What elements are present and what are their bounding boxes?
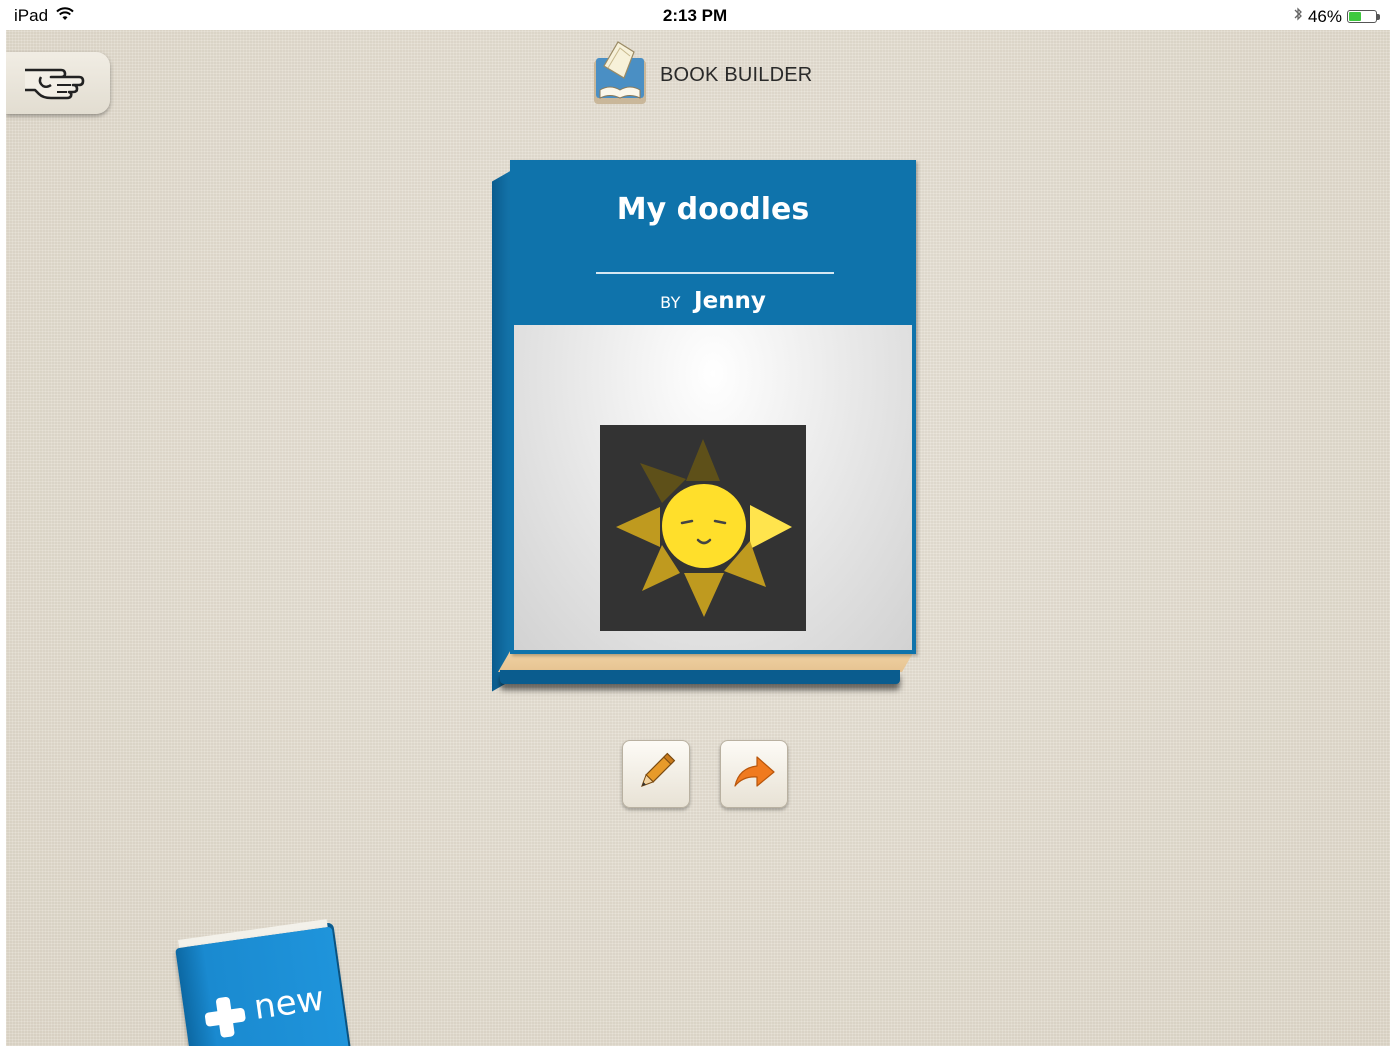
status-right: 46% — [1293, 6, 1380, 27]
bluetooth-icon — [1293, 6, 1303, 27]
new-book-cover[interactable]: new — [175, 926, 350, 1046]
battery-percent: 46% — [1307, 6, 1342, 26]
title-divider — [596, 272, 834, 274]
new-book-button[interactable]: new — [174, 915, 362, 1046]
clock: 2:13 PM — [662, 6, 728, 25]
status-bar: iPad 2:13 PM 46% — [0, 0, 1390, 30]
app-canvas: BOOK BUILDER My doodles BY Jenny new — [6, 30, 1390, 1046]
plus-icon — [203, 995, 248, 1040]
book-byline: BY Jenny — [510, 288, 916, 314]
share-arrow-icon — [731, 752, 777, 797]
book-spine — [492, 170, 512, 692]
battery-icon — [1347, 10, 1380, 23]
book-title: My doodles — [616, 192, 810, 227]
edit-book-button[interactable] — [622, 740, 690, 808]
pencil-icon — [633, 749, 679, 800]
help-button[interactable] — [6, 52, 110, 114]
cover-image-area — [514, 325, 912, 650]
book-cover[interactable]: My doodles BY Jenny — [510, 160, 916, 654]
pointing-hand-icon — [21, 60, 95, 107]
app-title: BOOK BUILDER — [660, 64, 813, 86]
by-label: BY — [660, 293, 681, 312]
book-card[interactable]: My doodles BY Jenny — [492, 158, 918, 698]
new-book-label: new — [251, 978, 327, 1028]
share-book-button[interactable] — [720, 740, 788, 808]
book-bottom-edge — [500, 670, 900, 684]
sun-doodle-image — [600, 425, 806, 631]
app-header: BOOK BUILDER — [590, 38, 812, 113]
book-builder-logo-icon — [590, 38, 650, 113]
book-author: Jenny — [694, 288, 766, 314]
battery-fill — [1349, 12, 1361, 21]
